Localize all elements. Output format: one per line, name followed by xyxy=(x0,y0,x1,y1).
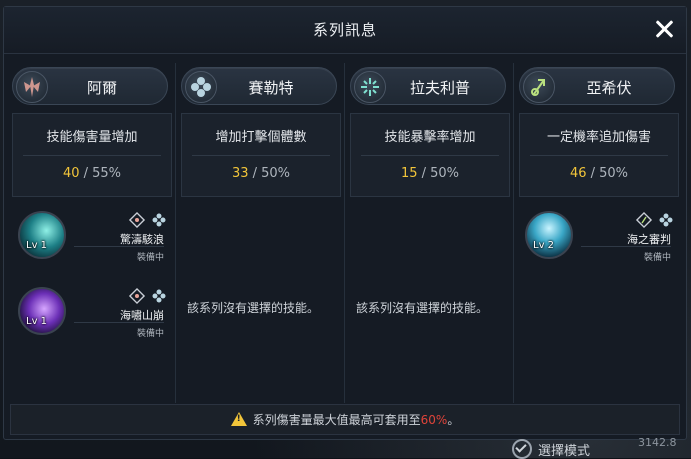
diamond-tag-icon xyxy=(128,287,146,305)
footer-notice: ! 系列傷害量最大值最高可套用至60%。 xyxy=(10,404,680,435)
skill-divider xyxy=(581,246,671,247)
stat-divider xyxy=(530,155,668,156)
series-column-1: 阿爾 技能傷害量增加 40 / 55% Lv 1 驚濤駭浪 裝備中 Lv 1 海… xyxy=(12,63,172,403)
stat-value: 40 / 55% xyxy=(62,166,122,181)
series-name: 賽勒特 xyxy=(248,79,294,97)
judgment-skill-icon: Lv 2 xyxy=(525,211,573,259)
equipped-label: 裝備中 xyxy=(136,329,164,339)
skill-name: 海嘯山崩 xyxy=(120,309,164,322)
series-stat-box: 增加打擊個體數 33 / 50% xyxy=(181,113,341,197)
no-skill-message: 該系列沒有選擇的技能。 xyxy=(356,301,489,315)
series-name: 阿爾 xyxy=(86,79,117,97)
stat-label: 增加打擊個體數 xyxy=(215,130,307,145)
equipped-label: 裝備中 xyxy=(643,253,671,263)
stat-value: 33 / 50% xyxy=(231,166,291,181)
series-stat-box: 技能暴擊率增加 15 / 50% xyxy=(350,113,510,197)
clover-tag-icon xyxy=(152,289,166,303)
skill-level: Lv 2 xyxy=(533,240,555,251)
skill-divider xyxy=(74,246,164,247)
select-mode-button[interactable]: 選擇模式 xyxy=(512,439,591,459)
series-name: 拉夫利普 xyxy=(409,79,470,97)
stat-label: 技能傷害量增加 xyxy=(46,130,138,145)
diamond-tag-icon xyxy=(128,211,146,229)
column-divider xyxy=(344,63,345,403)
skill-divider xyxy=(74,322,164,323)
check-circle-icon xyxy=(512,439,532,459)
stat-max: 50% xyxy=(261,166,291,181)
series-name-pill: 賽勒特 xyxy=(181,67,337,105)
stat-divider xyxy=(361,155,499,156)
series-column-4: 亞希伏 一定機率追加傷害 46 / 50% Lv 2 海之審判 裝備中 xyxy=(519,63,679,403)
footer-highlight: 60% xyxy=(420,413,448,427)
stat-current: 46 xyxy=(569,166,587,181)
series-emblem-icon xyxy=(185,71,217,103)
column-divider xyxy=(175,63,176,403)
stat-current: 33 xyxy=(231,166,249,181)
coordinate-readout: 3142.8 xyxy=(638,436,677,449)
series-emblem-icon xyxy=(523,71,555,103)
footer-text-after: 。 xyxy=(447,413,460,427)
skill-level: Lv 1 xyxy=(26,316,48,327)
series-name-pill: 亞希伏 xyxy=(519,67,675,105)
series-name: 亞希伏 xyxy=(586,79,632,97)
close-button[interactable] xyxy=(652,17,676,41)
series-stat-box: 技能傷害量增加 40 / 55% xyxy=(12,113,172,197)
wave-skill-icon: Lv 1 xyxy=(18,211,66,259)
stat-max: 55% xyxy=(92,166,122,181)
dialog-title: 系列訊息 xyxy=(312,21,377,39)
dialog-header: 系列訊息 xyxy=(4,7,686,54)
clover-tag-icon xyxy=(659,213,673,227)
series-name-pill: 拉夫利普 xyxy=(350,67,506,105)
equipped-label: 裝備中 xyxy=(136,253,164,263)
series-info-dialog: 系列訊息 阿爾 技能傷害量增加 40 / 55% Lv 1 驚濤駭浪 裝備中 L… xyxy=(3,6,687,440)
column-divider xyxy=(513,63,514,403)
diamond-tag-icon xyxy=(635,211,653,229)
skill-name: 驚濤駭浪 xyxy=(120,233,164,246)
stat-max: 50% xyxy=(430,166,460,181)
series-column-2: 賽勒特 增加打擊個體數 33 / 50% 該系列沒有選擇的技能。 xyxy=(181,63,341,403)
footer-text-before: 系列傷害量最大值最高可套用至 xyxy=(252,413,421,427)
stat-label: 一定機率追加傷害 xyxy=(546,130,651,145)
stat-current: 15 xyxy=(400,166,418,181)
skill-item[interactable]: Lv 2 海之審判 裝備中 xyxy=(525,211,675,263)
stat-value: 46 / 50% xyxy=(569,166,629,181)
stat-label: 技能暴擊率增加 xyxy=(384,130,476,145)
skill-item[interactable]: Lv 1 驚濤駭浪 裝備中 xyxy=(18,211,168,263)
stat-value: 15 / 50% xyxy=(400,166,460,181)
no-skill-message: 該系列沒有選擇的技能。 xyxy=(187,301,320,315)
series-stat-box: 一定機率追加傷害 46 / 50% xyxy=(519,113,679,197)
series-name-pill: 阿爾 xyxy=(12,67,168,105)
stat-max: 50% xyxy=(599,166,629,181)
stat-divider xyxy=(192,155,330,156)
tsunami-skill-icon: Lv 1 xyxy=(18,287,66,335)
series-emblem-icon xyxy=(16,71,48,103)
stat-divider xyxy=(23,155,161,156)
clover-tag-icon xyxy=(152,213,166,227)
select-mode-label: 選擇模式 xyxy=(538,443,591,459)
skill-name: 海之審判 xyxy=(627,233,671,246)
footer-text: ! 系列傷害量最大值最高可套用至60%。 xyxy=(11,411,679,428)
stat-current: 40 xyxy=(62,166,80,181)
warning-icon: ! xyxy=(230,412,247,426)
skill-item[interactable]: Lv 1 海嘯山崩 裝備中 xyxy=(18,287,168,339)
skill-level: Lv 1 xyxy=(26,240,48,251)
series-column-3: 拉夫利普 技能暴擊率增加 15 / 50% 該系列沒有選擇的技能。 xyxy=(350,63,510,403)
series-emblem-icon xyxy=(354,71,386,103)
